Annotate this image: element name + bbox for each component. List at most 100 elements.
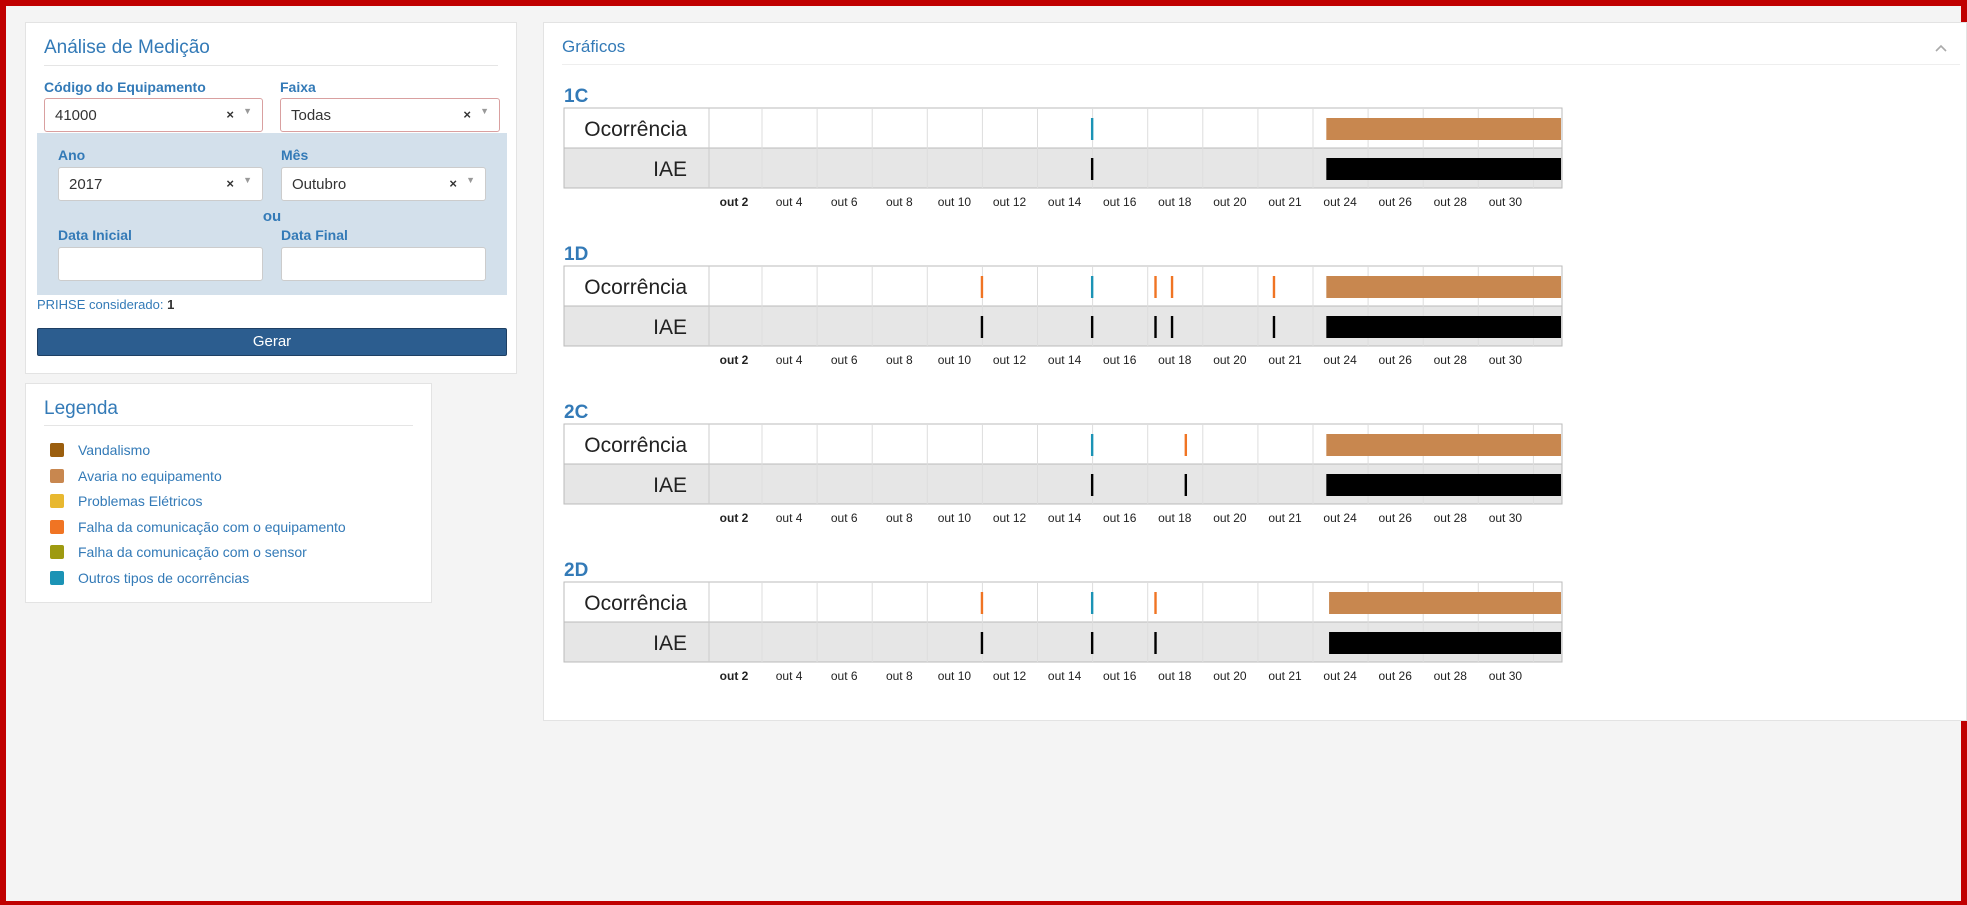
form-title-divider xyxy=(44,65,498,66)
axis-tick-label: out 24 xyxy=(1323,669,1357,683)
row-label-iae: IAE xyxy=(653,474,687,497)
prihse-info: PRIHSE considerado: 1 xyxy=(37,297,174,312)
chart-1c: 1C Ocorrência IAE out 2 out 4 out 6 out 8 out 1… xyxy=(563,86,1563,209)
legend-title: Legenda xyxy=(44,398,118,419)
legend-panel: Legenda Vandalismo Avaria no equipamento P… xyxy=(25,383,432,603)
data-final-input[interactable] xyxy=(281,247,486,281)
event-mark xyxy=(1090,434,1094,456)
event-mark xyxy=(1090,118,1094,140)
equip-select[interactable]: 41000 × ▼ xyxy=(44,98,263,132)
analysis-form-panel: Análise de Medição Código do Equipamento… xyxy=(25,22,517,374)
ongoing-block xyxy=(1326,118,1561,140)
axis-tick-label: out 10 xyxy=(938,195,972,209)
axis-tick-label: out 4 xyxy=(776,511,803,525)
iae-mark xyxy=(1170,316,1174,338)
event-mark xyxy=(1170,276,1174,298)
chevron-down-icon[interactable]: ▼ xyxy=(243,106,252,116)
axis-tick-label: out 8 xyxy=(886,511,913,525)
data-final-label: Data Final xyxy=(281,227,348,243)
faixa-select[interactable]: Todas × ▼ xyxy=(280,98,500,132)
row-label-ocorrencia: Ocorrência xyxy=(584,434,687,457)
mes-label: Mês xyxy=(281,147,309,163)
mes-value: Outubro xyxy=(292,176,347,193)
legend-swatch xyxy=(50,519,64,534)
iae-mark xyxy=(1090,474,1094,496)
iae-mark xyxy=(1154,316,1157,338)
iae-mark xyxy=(1272,316,1276,338)
axis-tick-label: out 21 xyxy=(1268,195,1302,209)
axis-tick-label: out 24 xyxy=(1323,195,1357,209)
clear-icon[interactable]: × xyxy=(463,107,471,122)
axis-tick-label: out 18 xyxy=(1158,353,1192,367)
chart-title: 2D xyxy=(564,560,588,581)
axis-tick-label: out 16 xyxy=(1103,669,1137,683)
ou-separator: ou xyxy=(262,208,282,225)
axis-tick-label: out 2 xyxy=(720,353,749,367)
clear-icon[interactable]: × xyxy=(226,176,234,191)
prihse-value: 1 xyxy=(167,297,175,312)
chart-title: 1D xyxy=(564,244,588,265)
axis-tick-label: out 30 xyxy=(1489,511,1523,525)
row-label-iae: IAE xyxy=(653,316,687,339)
axis-tick-label: out 10 xyxy=(938,511,972,525)
axis-tick-label: out 12 xyxy=(993,669,1027,683)
axis-tick-label: out 14 xyxy=(1048,353,1082,367)
row-label-iae: IAE xyxy=(653,632,687,655)
graficos-panel: Gráficos 1C Ocorrência IAE out 2 out 4 out 6 o… xyxy=(543,22,1967,721)
form-title: Análise de Medição xyxy=(44,37,210,58)
axis-tick-label: out 26 xyxy=(1379,353,1413,367)
axis-tick-label: out 26 xyxy=(1379,511,1413,525)
clear-icon[interactable]: × xyxy=(226,107,234,122)
chart-1d: 1D Ocorrência IAE out 2 out 4 out 6 out 8 out 1… xyxy=(563,244,1563,367)
axis-tick-label: out 20 xyxy=(1213,511,1247,525)
chevron-up-icon[interactable] xyxy=(1934,43,1948,53)
event-mark xyxy=(1154,276,1157,298)
axis-tick-label: out 12 xyxy=(993,353,1027,367)
legend-swatch xyxy=(50,545,64,559)
ano-select[interactable]: 2017 × ▼ xyxy=(58,167,263,201)
axis-tick-label: out 4 xyxy=(776,353,803,367)
axis-tick-label: out 16 xyxy=(1103,353,1137,367)
charts-area: 1C Ocorrência IAE out 2 out 4 out 6 out 8 out 1… xyxy=(563,86,1563,683)
axis-tick-label: out 24 xyxy=(1323,511,1357,525)
axis-tick-label: out 28 xyxy=(1434,195,1468,209)
axis-tick-label: out 24 xyxy=(1323,353,1357,367)
event-mark xyxy=(980,592,984,614)
equip-label: Código do Equipamento xyxy=(44,79,206,95)
legend-label: Problemas Elétricos xyxy=(78,493,203,509)
clear-icon[interactable]: × xyxy=(449,176,457,191)
axis-tick-label: out 8 xyxy=(886,669,913,683)
legend-swatch xyxy=(50,443,64,457)
axis-tick-label: out 20 xyxy=(1213,195,1247,209)
event-mark xyxy=(1184,434,1188,456)
axis-tick-label: out 20 xyxy=(1213,669,1247,683)
iae-block xyxy=(1326,158,1561,180)
axis-tick-label: out 20 xyxy=(1213,353,1247,367)
axis-tick-label: out 6 xyxy=(831,511,858,525)
axis-tick-label: out 8 xyxy=(886,195,913,209)
chevron-down-icon[interactable]: ▼ xyxy=(243,175,252,185)
legend-label: Vandalismo xyxy=(78,442,151,458)
axis-tick-label: out 21 xyxy=(1268,669,1302,683)
event-mark xyxy=(1272,276,1276,298)
row-label-ocorrencia: Ocorrência xyxy=(584,276,687,299)
ongoing-block xyxy=(1329,592,1561,614)
axis-tick-label: out 14 xyxy=(1048,669,1082,683)
gerar-button[interactable]: Gerar xyxy=(37,328,507,356)
chevron-down-icon[interactable]: ▼ xyxy=(480,106,489,116)
axis-tick-label: out 2 xyxy=(720,195,749,209)
data-inicial-input[interactable] xyxy=(58,247,263,281)
axis-tick-label: out 18 xyxy=(1158,195,1192,209)
faixa-value: Todas xyxy=(291,107,332,124)
iae-mark xyxy=(1184,474,1188,496)
iae-mark xyxy=(980,632,984,654)
row-label-ocorrencia: Ocorrência xyxy=(584,592,687,615)
ongoing-block xyxy=(1326,276,1561,298)
axis-tick-label: out 8 xyxy=(886,353,913,367)
app-frame: Análise de Medição Código do Equipamento… xyxy=(0,0,1967,905)
axis-tick-label: out 4 xyxy=(776,195,803,209)
graficos-divider xyxy=(562,64,1960,65)
chevron-down-icon[interactable]: ▼ xyxy=(466,175,475,185)
axis-tick-label: out 10 xyxy=(938,669,972,683)
mes-select[interactable]: Outubro × ▼ xyxy=(281,167,486,201)
